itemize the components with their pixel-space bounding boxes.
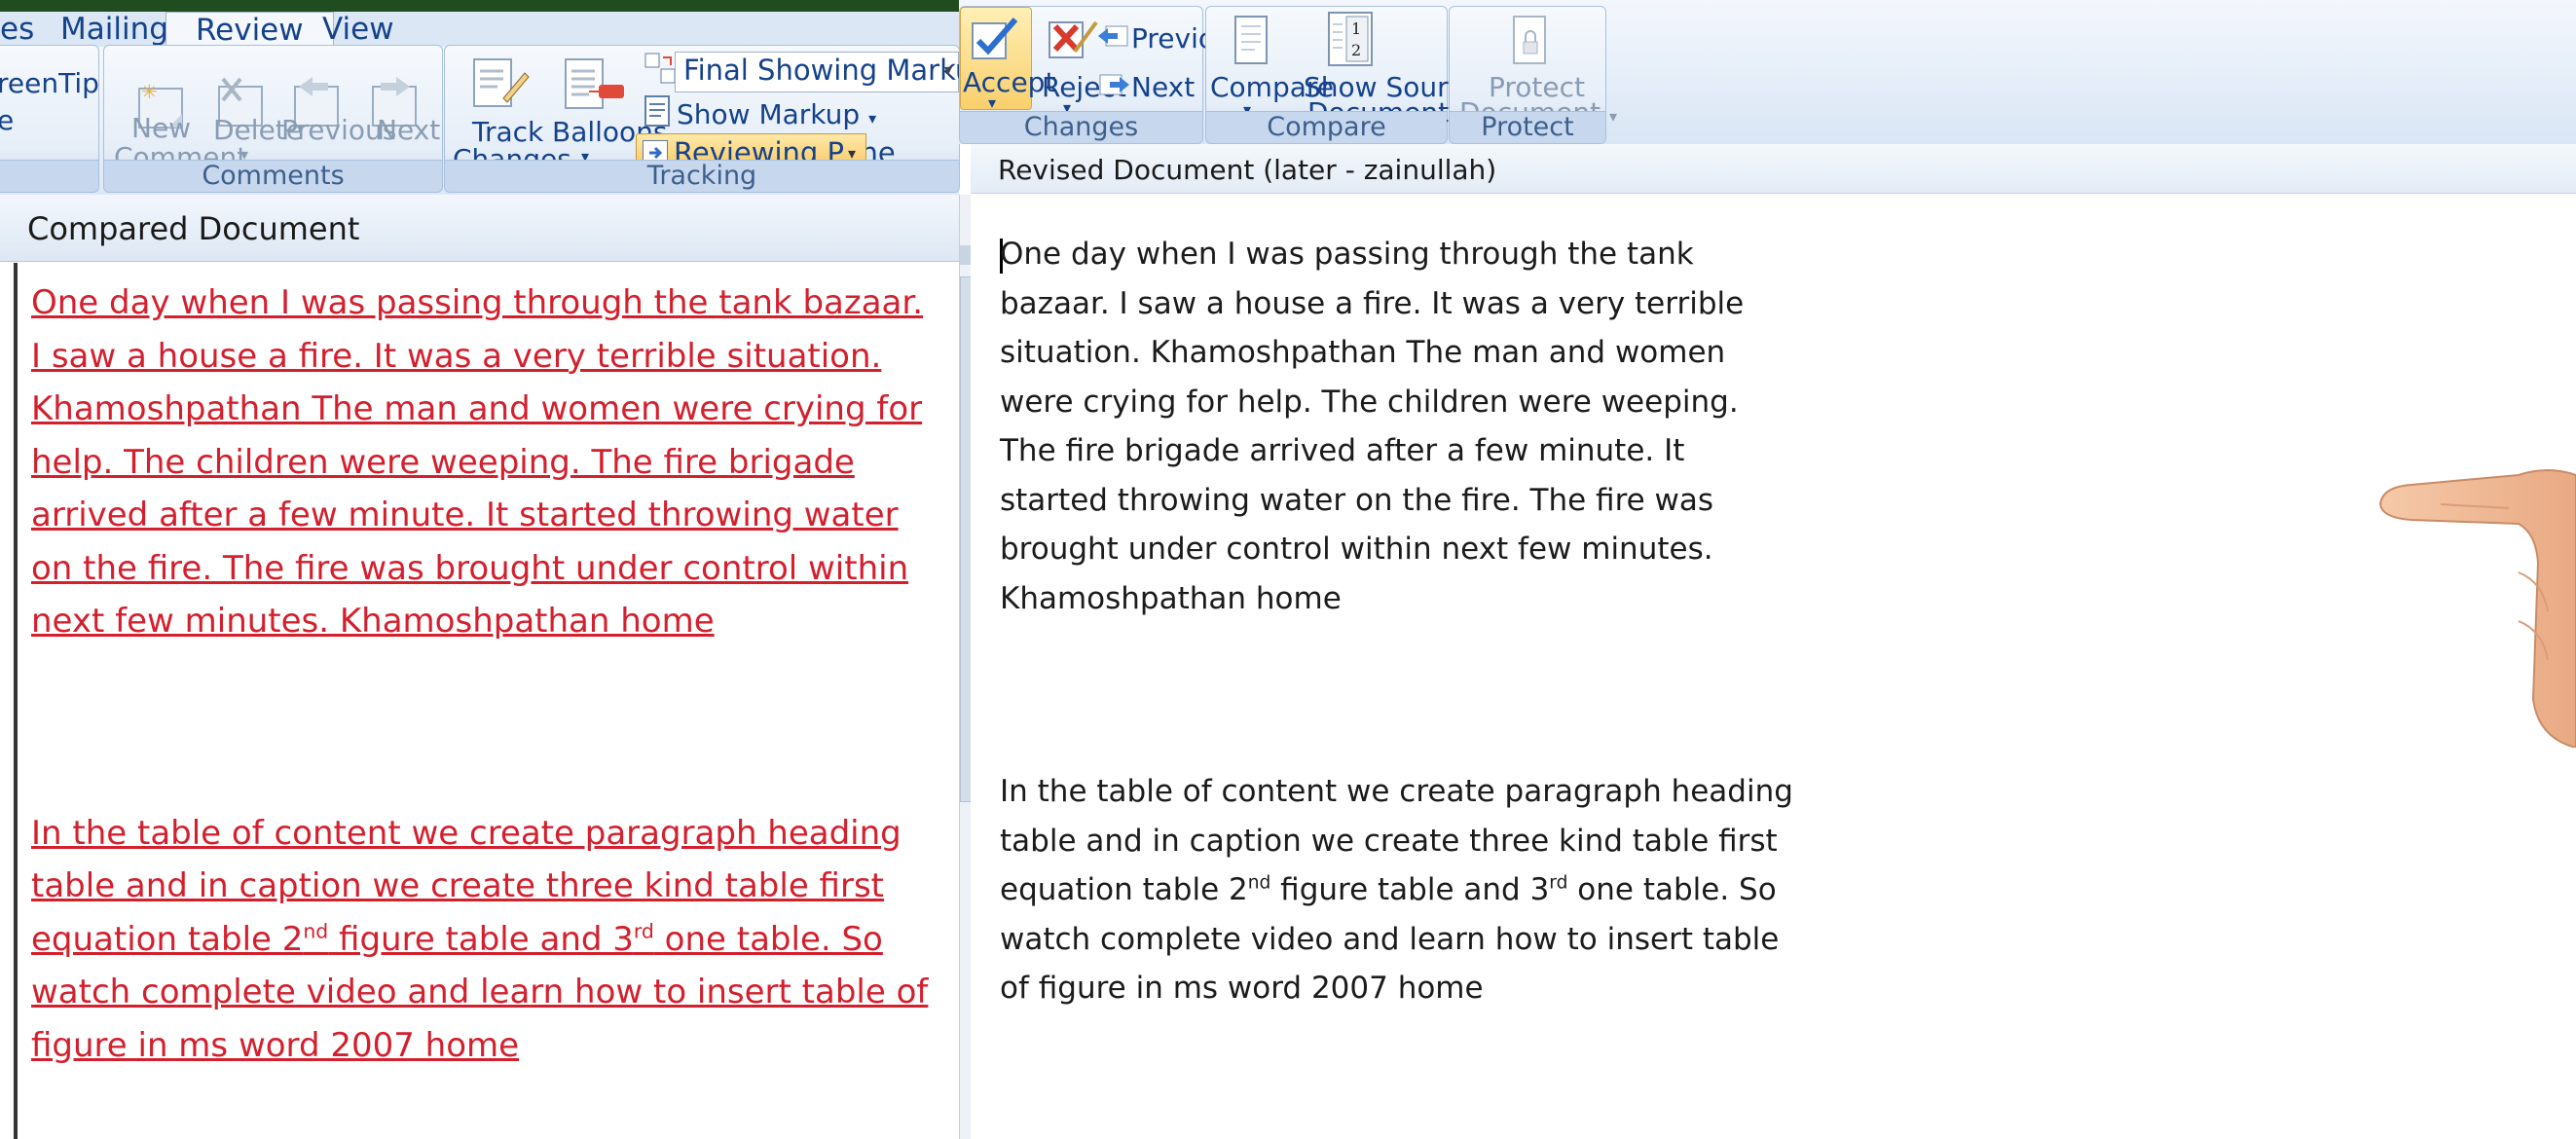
reject-icon [1046,13,1100,65]
partial-label: e [0,104,15,136]
new-comment-label-1: New [131,112,192,144]
compared-document-header: Compared Document [0,195,959,262]
revised-p2-sup-nd: nd [1247,872,1271,894]
revised-document-title: Revised Document (later - zainullah) [998,154,1497,186]
tracking-group: Track Changes ▾ Balloons ▾ Final Showing… [444,45,991,193]
protect-dropdown-icon: ▾ [1608,107,1617,126]
compared-p2-sup-rd: rd [633,919,654,943]
next-change-button[interactable]: Next [1131,71,1195,103]
proofing-group-partial: reenTip ▾ e [0,45,116,193]
next-change-icon [1096,69,1131,102]
show-markup-label: Show Markup [677,98,861,130]
compared-document-pane: Compared Document One day when I was pas… [0,195,959,1139]
revised-p2-text-2: figure table and 3 [1270,872,1550,907]
revised-paragraph-2: In the table of content we create paragr… [1000,767,1798,1013]
revised-document-header: Revised Document (later - zainullah) [971,144,2576,194]
balloons-icon [560,55,628,118]
screentip-label: reenTip [0,67,99,99]
accept-button[interactable]: Accept ▾ [960,7,1055,112]
chevron-down-icon: ▾ [943,60,952,79]
show-markup-icon [642,94,673,131]
protect-group-label: Protect [1450,111,1605,143]
track-changes-icon [468,55,531,116]
next-comment-button[interactable]: Next [377,114,440,146]
revised-p2-sup-rd: rd [1549,872,1568,894]
protect-group: Protect Document ▾ Protect [1449,6,1617,144]
comments-group: ✳ New Comment Delete ▾ Previous Next Com… [103,45,443,193]
protect-document-icon [1510,13,1549,71]
compared-paragraph-2: In the table of content we create paragr… [31,807,937,1073]
ribbon-tab-bar: es Mailings Review View [0,12,974,49]
revised-document-body[interactable]: One day when I was passing through the t… [1000,230,1798,1013]
compared-p2-text-2: figure table and 3 [328,919,634,959]
revised-document-pane: Revised Document (later - zainullah) One… [971,144,2576,1139]
tab-view[interactable]: View [322,12,394,47]
ribbon-right: Accept ▾ Reject ▾ Previous Next Changes … [959,0,2576,144]
screentip-button-partial[interactable]: reenTip ▾ [0,67,116,99]
revised-paragraph-1: One day when I was passing through the t… [1000,237,1745,616]
changes-group: Accept ▾ Reject ▾ Previous Next Changes [959,6,1246,144]
compare-icon [1232,13,1270,71]
tracking-group-label: Tracking [445,160,959,192]
ribbon-left: reenTip ▾ e ✳ New Comment Delete ▾ Previ… [0,45,991,196]
compared-paragraph-1: One day when I was passing through the t… [31,283,924,641]
display-for-review-icon [644,52,677,89]
new-comment-button[interactable]: New [131,114,191,143]
show-source-documents-icon: 12 [1325,9,1380,73]
svg-text:✳: ✳ [141,80,158,103]
compare-group: 12 Compare ▾ Show Source Documents ▾ Com… [1205,6,1480,144]
comments-group-label: Comments [104,160,442,192]
compared-document-body[interactable]: One day when I was passing through the t… [31,276,937,1072]
compared-p2-sup-nd: nd [303,919,329,943]
compare-group-label: Compare [1206,111,1447,143]
tab-references-partial[interactable]: es [0,12,34,47]
show-markup-dropdown-icon: ▾ [868,109,877,128]
accept-dropdown-icon: ▾ [988,93,997,112]
compared-document-title: Compared Document [27,210,360,247]
display-for-review-select[interactable]: Final Showing Markup ▾ [675,52,991,92]
tab-review[interactable]: Review [166,12,334,49]
changes-group-label: Changes [960,111,1202,143]
pointing-hand-image [2373,465,2576,752]
accept-icon [969,14,1023,66]
proofing-group-label [0,160,98,192]
source-icon-num2: 2 [1351,41,1361,59]
previous-change-icon [1096,20,1131,54]
show-markup-button[interactable]: Show Markup ▾ [677,98,876,130]
change-bar [14,263,18,1139]
source-icon-num1: 1 [1351,19,1361,38]
